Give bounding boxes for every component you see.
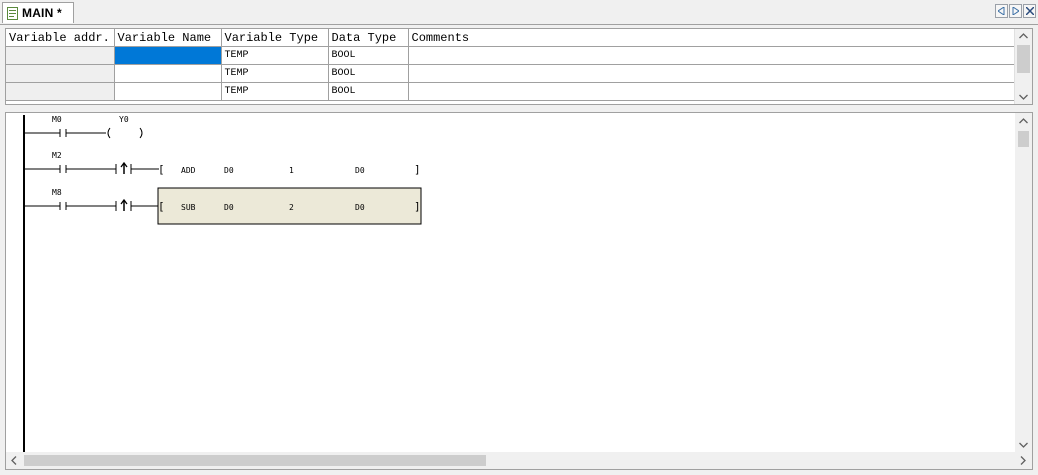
table-row: TEMP BOOL xyxy=(6,46,1017,65)
scroll-tabs-left-button[interactable] xyxy=(995,4,1008,18)
column-header-comments[interactable]: Comments xyxy=(408,29,1017,47)
variable-table-header: Variable addr. Variable Name Variable Ty… xyxy=(6,29,1017,47)
table-row: TEMP BOOL xyxy=(6,64,1017,83)
comment-cell[interactable] xyxy=(408,46,1017,65)
contact-m2[interactable]: M2 xyxy=(25,151,116,173)
ladder-diagram: M0 Y0 M2 [ADD D0 1 D0] M8 [SUB D0 2 D… xyxy=(23,115,422,453)
comment-cell[interactable] xyxy=(408,64,1017,83)
column-header-data-type[interactable]: Data Type xyxy=(328,29,409,47)
column-header-variable-name[interactable]: Variable Name xyxy=(114,29,222,47)
contact-m8[interactable]: M8 xyxy=(25,188,116,210)
data-type-cell[interactable]: BOOL xyxy=(328,64,409,83)
bracket-open-icon: [ xyxy=(158,163,165,176)
rising-edge-pulse[interactable] xyxy=(115,161,159,174)
chevron-down-icon xyxy=(1019,94,1028,100)
ladder-rung-3: M8 [ SUB D0 2 D0 ] xyxy=(25,187,422,225)
bracket-close-icon: ] xyxy=(414,200,421,213)
operand-1: D0 xyxy=(224,203,234,212)
tab-main[interactable]: MAIN * xyxy=(2,2,74,23)
scroll-up-button[interactable] xyxy=(1015,114,1032,128)
ladder-editor[interactable]: M0 Y0 M2 [ADD D0 1 D0] M8 [SUB D0 2 D… xyxy=(5,112,1033,470)
document-icon xyxy=(7,6,18,20)
close-tab-button[interactable] xyxy=(1023,4,1036,18)
variable-type-cell[interactable]: TEMP xyxy=(221,82,329,101)
contact-label: M2 xyxy=(52,151,62,160)
data-type-cell[interactable]: BOOL xyxy=(328,82,409,101)
column-header-variable-addr[interactable]: Variable addr. xyxy=(6,29,115,47)
ladder-vertical-scrollbar[interactable] xyxy=(1015,113,1032,453)
scrollbar-thumb[interactable] xyxy=(1017,45,1030,73)
operand-2: 1 xyxy=(289,166,294,175)
bracket-open-icon: [ xyxy=(158,200,165,213)
ladder-rung-2: M2 [ ADD D0 1 D0 ] xyxy=(25,151,421,176)
variable-type-cell[interactable]: TEMP xyxy=(221,46,329,65)
instruction-name: ADD xyxy=(181,166,196,175)
instruction-add[interactable]: [ ADD D0 1 D0 ] xyxy=(158,163,421,176)
column-header-variable-type[interactable]: Variable Type xyxy=(221,29,329,47)
chevron-left-icon xyxy=(11,456,17,465)
comment-cell[interactable] xyxy=(408,82,1017,101)
scrollbar-thumb[interactable] xyxy=(24,455,486,466)
variable-table-vertical-scrollbar[interactable] xyxy=(1014,29,1032,104)
scroll-left-button[interactable] xyxy=(6,452,22,469)
variable-addr-cell[interactable] xyxy=(6,46,115,65)
instruction-name: SUB xyxy=(181,203,196,212)
variable-name-cell[interactable] xyxy=(114,46,222,65)
ladder-horizontal-scrollbar[interactable] xyxy=(6,452,1032,469)
scroll-tabs-right-button[interactable] xyxy=(1009,4,1022,18)
variable-addr-cell[interactable] xyxy=(6,64,115,83)
operand-3: D0 xyxy=(355,203,365,212)
close-icon xyxy=(1025,7,1034,15)
coil-label: Y0 xyxy=(119,115,129,124)
operand-2: 2 xyxy=(289,203,294,212)
contact-label: M8 xyxy=(52,188,62,197)
variable-name-cell[interactable] xyxy=(114,82,222,101)
instruction-sub[interactable]: [ SUB D0 2 D0 ] xyxy=(157,187,422,225)
tab-controls xyxy=(995,4,1036,18)
scrollbar-thumb[interactable] xyxy=(1018,131,1029,147)
scroll-down-button[interactable] xyxy=(1015,90,1032,104)
chevron-up-icon xyxy=(1019,118,1028,124)
triangle-left-icon xyxy=(998,7,1005,15)
scroll-up-button[interactable] xyxy=(1015,29,1032,43)
operand-3: D0 xyxy=(355,166,365,175)
variable-addr-cell[interactable] xyxy=(6,82,115,101)
variable-type-cell[interactable]: TEMP xyxy=(221,64,329,83)
variable-table: Variable addr. Variable Name Variable Ty… xyxy=(6,29,1017,101)
ladder-rung-1: M0 Y0 xyxy=(25,115,143,139)
scroll-right-button[interactable] xyxy=(1015,452,1031,469)
chevron-right-icon xyxy=(1020,456,1026,465)
data-type-cell[interactable]: BOOL xyxy=(328,46,409,65)
tab-main-label: MAIN * xyxy=(22,6,62,20)
table-row: TEMP BOOL xyxy=(6,82,1017,101)
chevron-down-icon xyxy=(1019,442,1028,448)
scroll-down-button[interactable] xyxy=(1015,438,1032,452)
rising-edge-pulse[interactable] xyxy=(115,198,158,211)
triangle-right-icon xyxy=(1012,7,1019,15)
variable-table-panel: Variable addr. Variable Name Variable Ty… xyxy=(5,28,1033,105)
bracket-close-icon: ] xyxy=(414,163,421,176)
contact-m0[interactable]: M0 xyxy=(25,115,106,137)
chevron-up-icon xyxy=(1019,33,1028,39)
tab-bar: MAIN * xyxy=(0,0,1038,25)
contact-label: M0 xyxy=(52,115,62,124)
operand-1: D0 xyxy=(224,166,234,175)
variable-name-cell[interactable] xyxy=(114,64,222,83)
coil-y0[interactable]: Y0 xyxy=(107,115,143,139)
